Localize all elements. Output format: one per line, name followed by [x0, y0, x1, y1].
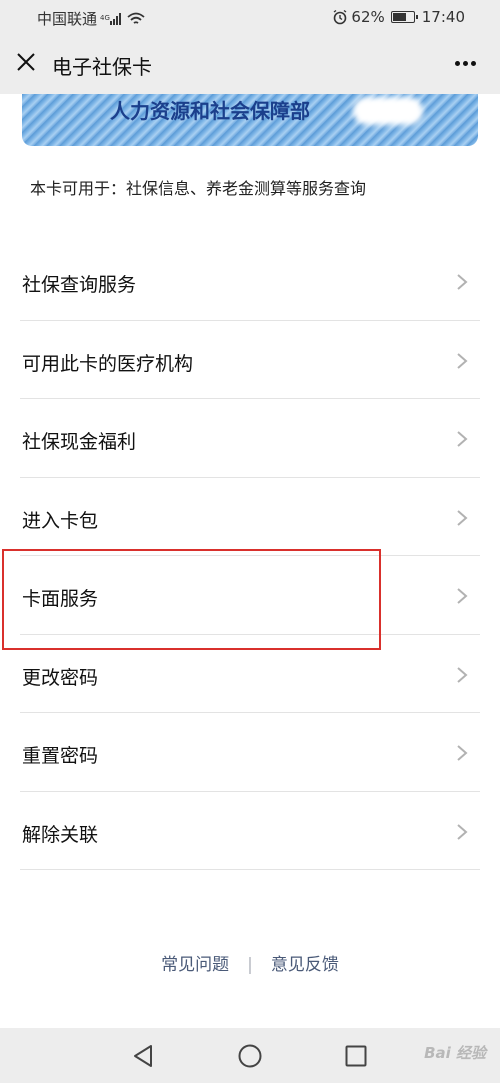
- carrier-name: 中国联通: [37, 10, 98, 28]
- menu-item-medical-institutions[interactable]: 可用此卡的医疗机构: [20, 321, 480, 399]
- recent-apps-icon[interactable]: [345, 1045, 367, 1067]
- card-usage-text: 本卡可用于：社保信息、养老金测算等服务查询: [30, 179, 367, 198]
- menu-item-card-wallet[interactable]: 进入卡包: [20, 478, 480, 556]
- menu-item-social-security-query[interactable]: 社保查询服务: [20, 242, 480, 321]
- menu-item-reset-password[interactable]: 重置密码: [20, 713, 480, 792]
- service-menu: 社保查询服务 可用此卡的医疗机构 社保现金福利 进入卡包 卡面服务 更改密码 重…: [0, 242, 500, 870]
- nav-bar: 电子社保卡: [0, 36, 500, 94]
- menu-item-label: 可用此卡的医疗机构: [22, 352, 194, 375]
- page-title: 电子社保卡: [52, 55, 152, 79]
- menu-item-label: 解除关联: [22, 823, 99, 846]
- menu-item-card-face-service[interactable]: 卡面服务: [20, 556, 480, 635]
- social-security-card[interactable]: 人力资源和社会保障部: [22, 94, 478, 146]
- status-bar: 中国联通 4G 62% 17:40: [0, 0, 500, 36]
- status-right: 62% 17:40: [332, 8, 465, 26]
- chevron-right-icon: [457, 509, 468, 526]
- feedback-link[interactable]: 意见反馈: [271, 955, 339, 975]
- close-icon[interactable]: [14, 50, 38, 74]
- status-left: 中国联通 4G: [37, 8, 145, 29]
- menu-item-label: 进入卡包: [22, 509, 99, 532]
- battery-icon: [390, 11, 418, 23]
- chevron-right-icon: [457, 431, 468, 447]
- chevron-right-icon: [457, 352, 468, 369]
- footer-links: 常见问题 | 意见反馈: [0, 950, 500, 975]
- menu-item-label: 卡面服务: [22, 588, 99, 610]
- faq-link[interactable]: 常见问题: [161, 955, 229, 975]
- network-type: 4G: [100, 14, 110, 22]
- more-options-icon[interactable]: [452, 61, 476, 66]
- battery-percent: 62%: [351, 8, 385, 26]
- back-icon[interactable]: [132, 1044, 154, 1068]
- redacted-area: [353, 97, 423, 125]
- chevron-right-icon: [457, 823, 468, 840]
- footer-separator: |: [247, 955, 253, 975]
- signal-icon: [110, 12, 122, 25]
- clock: 17:40: [421, 8, 465, 26]
- menu-item-label: 社保现金福利: [22, 431, 137, 453]
- alarm-icon: [334, 9, 347, 25]
- chevron-right-icon: [457, 666, 468, 683]
- watermark-logo: Bai 经验: [424, 1044, 486, 1062]
- menu-item-unlink[interactable]: 解除关联: [20, 792, 480, 870]
- menu-item-label: 更改密码: [22, 666, 99, 689]
- chevron-right-icon: [457, 745, 468, 761]
- menu-item-change-password[interactable]: 更改密码: [20, 635, 480, 713]
- menu-item-cash-benefits[interactable]: 社保现金福利: [20, 399, 480, 478]
- menu-item-label: 重置密码: [22, 745, 99, 767]
- system-nav-bar: Bai 经验: [0, 1028, 500, 1083]
- menu-item-label: 社保查询服务: [22, 274, 137, 296]
- wifi-icon: [127, 12, 145, 24]
- chevron-right-icon: [457, 274, 468, 290]
- chevron-right-icon: [457, 588, 468, 604]
- home-icon[interactable]: [238, 1044, 262, 1068]
